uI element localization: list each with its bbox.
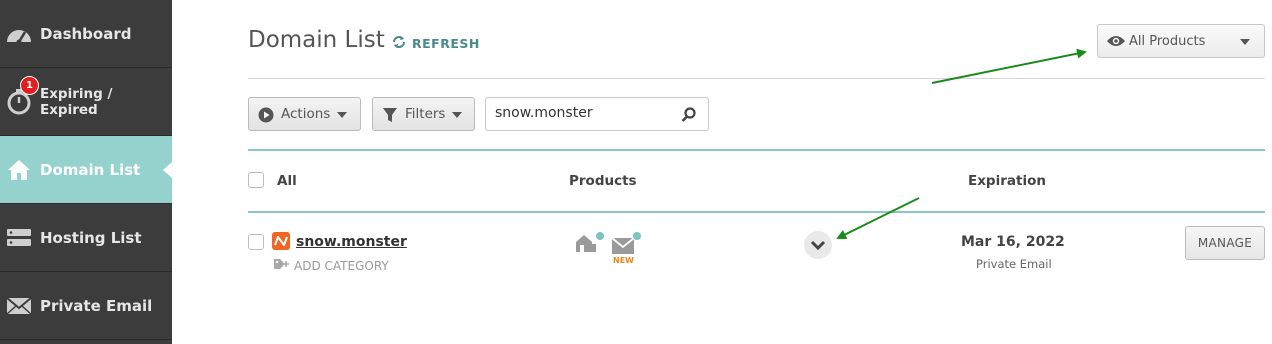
namecheap-logo-icon (272, 232, 290, 250)
tag-plus-icon (273, 258, 291, 273)
speedometer-icon (4, 19, 34, 49)
hosting-icon[interactable] (574, 230, 606, 260)
chevron-down-icon (810, 236, 826, 255)
expiration-note: Private Email (976, 257, 1052, 271)
refresh-label: REFRESH (412, 36, 480, 51)
sidebar-item-dashboard[interactable]: Dashboard (0, 0, 172, 68)
home-icon (4, 155, 34, 185)
sidebar: Dashboard 1 Expiring / Expired Domain Li… (0, 0, 172, 344)
add-category-link[interactable]: ADD CATEGORY (273, 258, 389, 273)
chevron-down-icon (337, 112, 347, 118)
expiration-date: Mar 16, 2022 (961, 234, 1065, 250)
search-input[interactable] (495, 105, 675, 121)
column-header-expiration: Expiration (968, 173, 1046, 189)
sidebar-item-hosting-list[interactable]: Hosting List (0, 204, 172, 272)
filters-dropdown[interactable]: Filters (372, 97, 475, 131)
domain-name-link[interactable]: snow.monster (296, 234, 407, 250)
refresh-icon (392, 35, 406, 52)
products-filter-select[interactable]: All Products (1097, 24, 1265, 58)
annotation-arrows (836, 48, 1087, 239)
refresh-button[interactable]: REFRESH (392, 35, 480, 52)
row-checkbox[interactable] (248, 234, 264, 250)
chevron-down-icon (452, 112, 462, 118)
actions-label: Actions (281, 106, 331, 122)
chevron-down-icon (1240, 39, 1250, 45)
sidebar-item-label: Private Email (40, 296, 153, 315)
sidebar-item-label: Domain List (40, 160, 141, 179)
page-title: Domain List (248, 27, 385, 53)
new-badge: NEW (613, 256, 634, 265)
sidebar-item-domain-list[interactable]: Domain List (0, 136, 172, 204)
products-filter-value: All Products (1129, 33, 1206, 49)
header-divider (248, 78, 1265, 79)
search-icon[interactable] (681, 107, 696, 126)
play-circle-icon (258, 107, 274, 127)
arrow-to-expand-button (836, 197, 920, 239)
sidebar-item-label: Hosting List (40, 228, 142, 247)
server-icon (4, 223, 34, 253)
sidebar-item-private-email[interactable]: Private Email (0, 272, 172, 340)
actions-dropdown[interactable]: Actions (248, 97, 361, 131)
expand-row-button[interactable] (804, 231, 832, 259)
column-header-products: Products (569, 173, 637, 189)
manage-button[interactable]: MANAGE (1185, 226, 1265, 260)
eye-icon (1106, 34, 1126, 52)
notification-badge: 1 (20, 76, 39, 95)
funnel-icon (382, 107, 398, 127)
sidebar-item-expiring[interactable]: 1 Expiring / Expired (0, 68, 172, 136)
search-box (485, 97, 709, 131)
sidebar-item-label: Expiring / Expired (40, 85, 113, 118)
table-header-border (248, 211, 1265, 213)
column-header-all: All (277, 173, 297, 189)
filters-label: Filters (405, 106, 446, 122)
select-all-checkbox[interactable] (248, 172, 264, 188)
envelope-icon (4, 291, 34, 321)
add-category-label: ADD CATEGORY (294, 258, 389, 273)
table-top-border (248, 149, 1265, 151)
sidebar-item-label: Dashboard (40, 24, 132, 43)
